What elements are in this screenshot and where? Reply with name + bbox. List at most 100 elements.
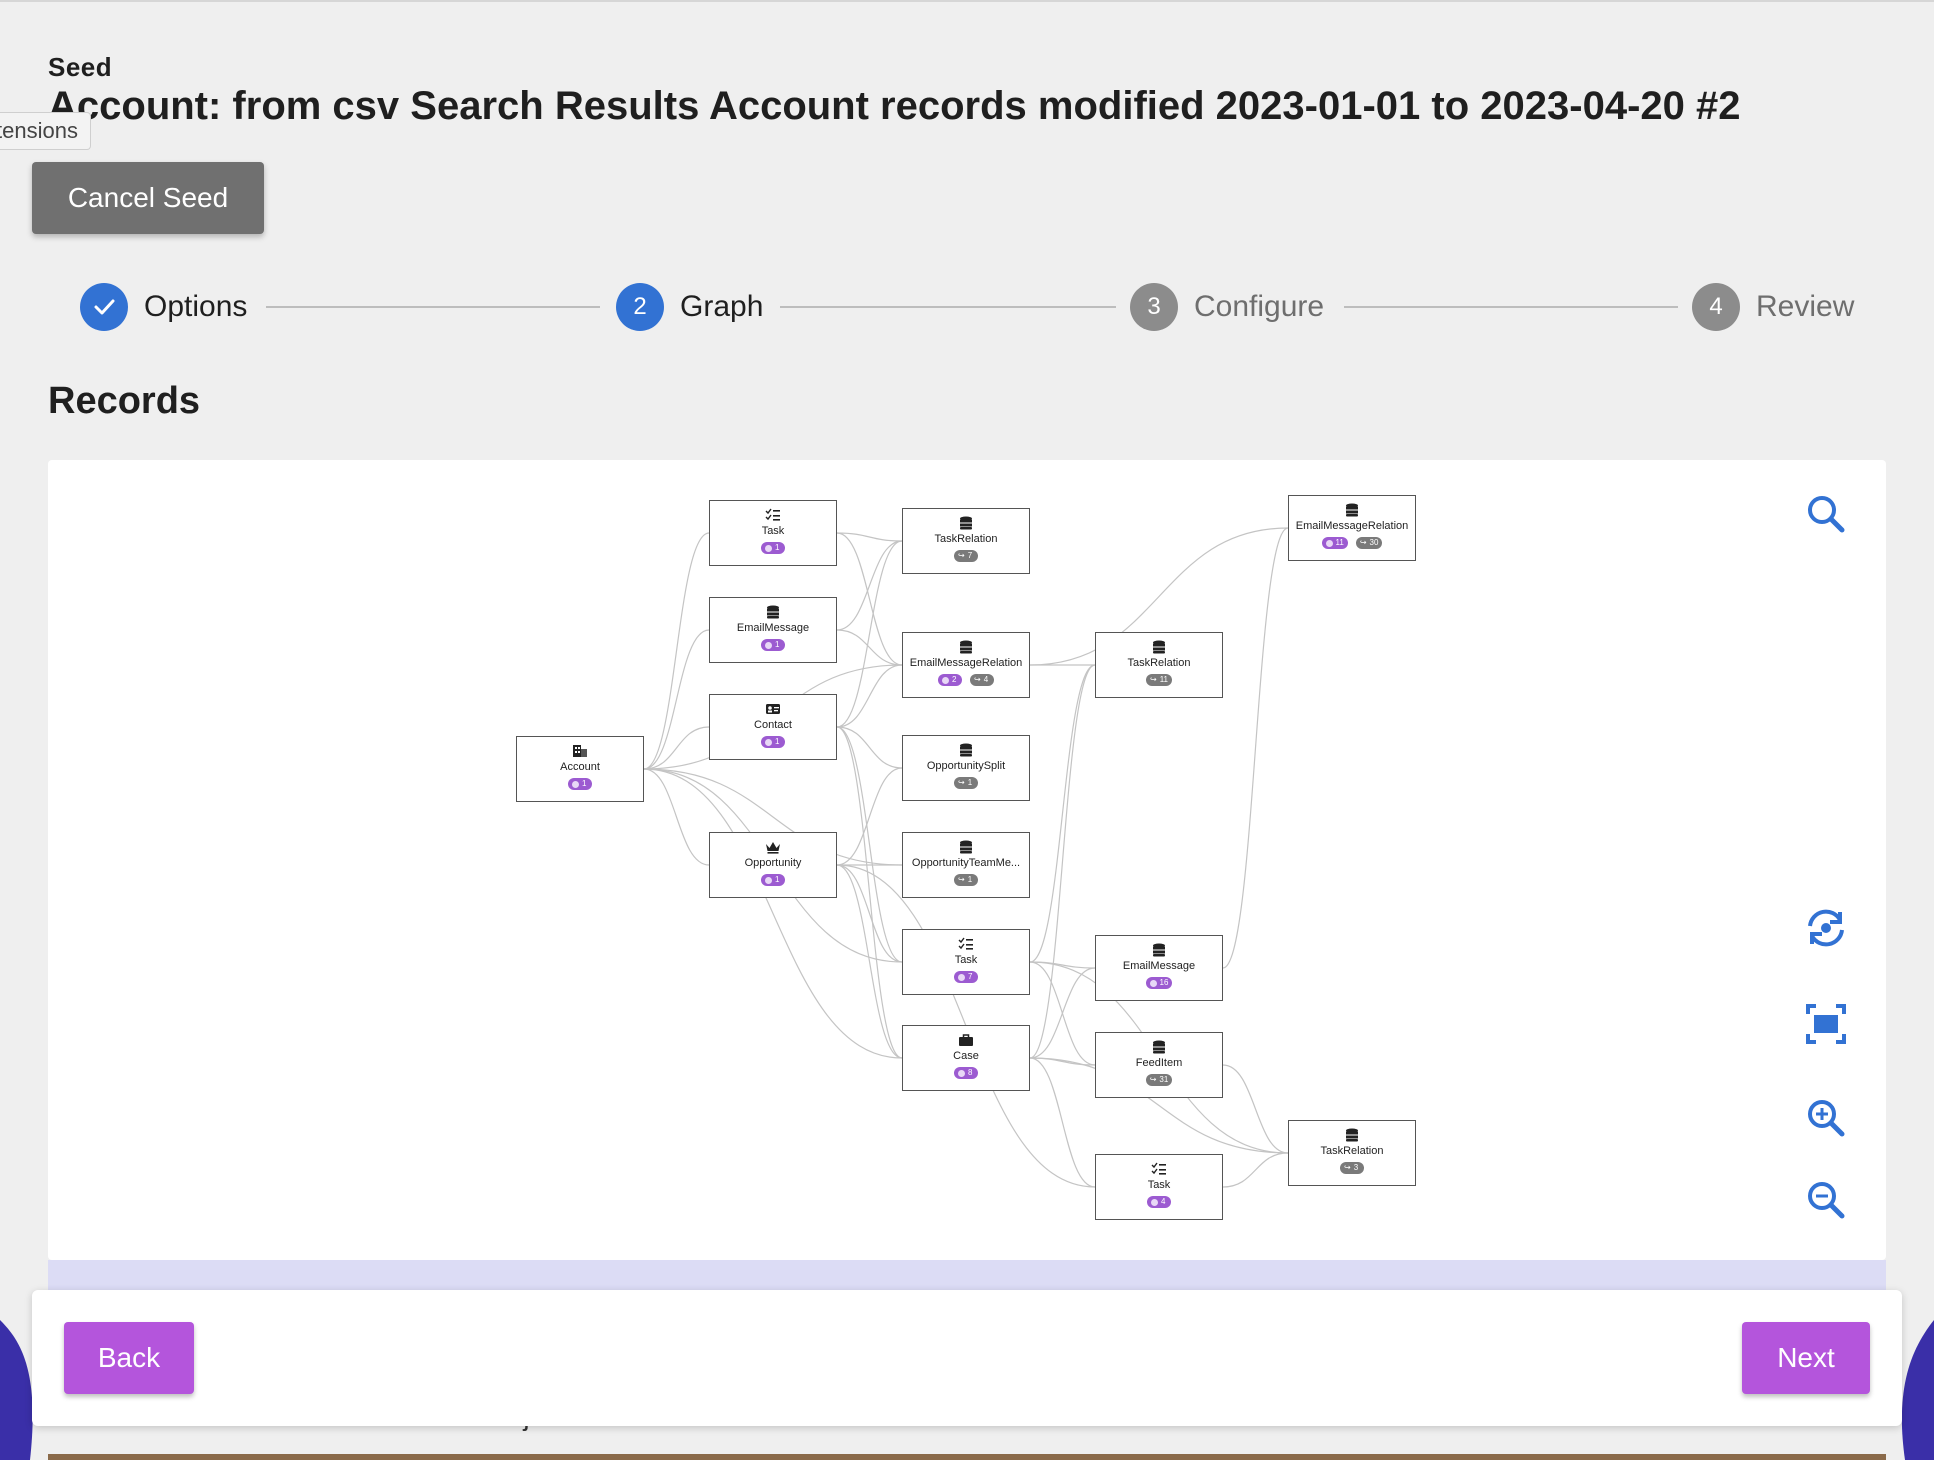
- graph-node-feeditem[interactable]: FeedItem ↪ 31: [1095, 1032, 1223, 1098]
- zoom-out-icon[interactable]: [1802, 1176, 1850, 1224]
- record-dot-icon: [1149, 979, 1157, 987]
- database-icon: [1344, 503, 1360, 517]
- graph-node-label: OpportunitySplit: [926, 760, 1006, 772]
- record-count-badge[interactable]: 8: [954, 1067, 978, 1079]
- crown-icon: [765, 840, 781, 854]
- record-count-badge[interactable]: 1: [568, 778, 592, 790]
- link-arrow-icon: ↪: [958, 875, 965, 884]
- graph-edge: [1029, 1057, 1096, 1188]
- record-dot-icon: [958, 973, 965, 981]
- link-arrow-icon: ↪: [958, 778, 965, 787]
- stepper: Options 2 Graph 3 Configure 4 Review: [0, 282, 1934, 332]
- graph-node-contact[interactable]: Contact 1: [709, 694, 837, 760]
- graph-node-label: Task: [761, 525, 785, 537]
- graph-node-task3[interactable]: Task 4: [1095, 1154, 1223, 1220]
- record-count-badge[interactable]: 2: [938, 674, 962, 686]
- record-count-badge[interactable]: 1: [761, 639, 785, 651]
- graph-node-label: EmailMessageRelation: [909, 657, 1023, 669]
- zoom-in-icon[interactable]: [1802, 1094, 1850, 1142]
- record-count-badge[interactable]: 1: [761, 874, 785, 886]
- step-configure[interactable]: 3 Configure: [1130, 282, 1324, 332]
- record-graph-panel[interactable]: Account 1 Task 1 EmailMessage 1 Contact 1 Opport…: [48, 460, 1886, 1260]
- graph-node-oppsplit[interactable]: OpportunitySplit ↪ 1: [902, 735, 1030, 801]
- cancel-seed-button[interactable]: Cancel Seed: [32, 162, 264, 234]
- record-count-badge[interactable]: 1: [761, 736, 785, 748]
- graph-node-task2[interactable]: Task 7: [902, 929, 1030, 995]
- link-arrow-icon: ↪: [1344, 1163, 1351, 1172]
- badge-count: 8: [968, 1068, 973, 1077]
- refresh-view-icon[interactable]: [1802, 904, 1850, 952]
- task-icon: [958, 937, 974, 951]
- badge-count: 1: [775, 543, 780, 552]
- graph-node-emailmsg1[interactable]: EmailMessage 1: [709, 597, 837, 663]
- graph-node-label: Task: [1147, 1179, 1171, 1191]
- step-label: Graph: [680, 290, 764, 323]
- record-count-badge[interactable]: 11: [1321, 537, 1348, 549]
- step-number: 4: [1692, 283, 1740, 331]
- graph-node-emailmsg2[interactable]: EmailMessage 16: [1095, 935, 1223, 1001]
- graph-node-emrel1[interactable]: EmailMessageRelation 2 ↪ 4: [902, 632, 1030, 698]
- link-count-badge[interactable]: ↪ 30: [1355, 537, 1383, 549]
- graph-node-label: EmailMessage: [1122, 960, 1196, 972]
- badge-count: 4: [1161, 1197, 1166, 1206]
- record-count-badge[interactable]: 7: [954, 971, 978, 983]
- database-icon: [958, 640, 974, 654]
- badge-count: 1: [582, 779, 587, 788]
- graph-node-label: FeedItem: [1135, 1057, 1183, 1069]
- record-dot-icon: [1151, 1198, 1158, 1206]
- graph-edge: [836, 664, 903, 728]
- seed-label: Seed: [48, 52, 113, 82]
- graph-node-taskrel3[interactable]: TaskRelation ↪ 3: [1288, 1120, 1416, 1186]
- step-review[interactable]: 4 Review: [1692, 282, 1854, 332]
- graph-node-oppteam[interactable]: OpportunityTeamMe... ↪ 1: [902, 832, 1030, 898]
- check-icon: [80, 283, 128, 331]
- fit-screen-icon[interactable]: [1802, 1000, 1850, 1048]
- badge-count: 1: [775, 640, 780, 649]
- badge-count: 30: [1369, 538, 1379, 547]
- record-count-badge[interactable]: 1: [761, 542, 785, 554]
- record-dot-icon: [958, 1069, 965, 1077]
- link-count-badge[interactable]: ↪ 4: [970, 674, 994, 686]
- record-count-badge[interactable]: 16: [1145, 977, 1173, 989]
- link-arrow-icon: ↪: [958, 551, 965, 560]
- search-icon[interactable]: [1802, 490, 1850, 538]
- record-dot-icon: [765, 544, 772, 552]
- link-count-badge[interactable]: ↪ 7: [954, 550, 978, 562]
- link-count-badge[interactable]: ↪ 3: [1340, 1162, 1364, 1174]
- graph-node-opportunity[interactable]: Opportunity 1: [709, 832, 837, 898]
- graph-edge: [836, 767, 903, 866]
- graph-node-label: TaskRelation: [1127, 657, 1191, 669]
- graph-node-taskrel1[interactable]: TaskRelation ↪ 7: [902, 508, 1030, 574]
- step-connector: [780, 306, 1116, 308]
- graph-edge: [1222, 1064, 1289, 1154]
- graph-node-case[interactable]: Case 8: [902, 1025, 1030, 1091]
- top-divider: [0, 0, 1934, 2]
- badge-count: 31: [1159, 1075, 1169, 1084]
- step-options[interactable]: Options: [80, 282, 247, 332]
- database-icon: [1344, 1128, 1360, 1142]
- step-number: 2: [616, 283, 664, 331]
- graph-edge: [836, 540, 903, 728]
- graph-node-task1[interactable]: Task 1: [709, 500, 837, 566]
- link-arrow-icon: ↪: [974, 675, 981, 684]
- task-icon: [1151, 1162, 1167, 1176]
- graph-node-label: Contact: [754, 719, 792, 731]
- graph-node-label: Account: [560, 761, 600, 773]
- graph-edge: [836, 726, 903, 963]
- link-count-badge[interactable]: ↪ 31: [1145, 1074, 1173, 1086]
- link-count-badge[interactable]: ↪ 1: [954, 874, 978, 886]
- link-count-badge[interactable]: ↪ 11: [1145, 674, 1172, 686]
- graph-node-taskrel2[interactable]: TaskRelation ↪ 11: [1095, 632, 1223, 698]
- link-count-badge[interactable]: ↪ 1: [954, 777, 978, 789]
- graph-node-label: Case: [953, 1050, 979, 1062]
- database-icon: [958, 516, 974, 530]
- graph-node-account[interactable]: Account 1: [516, 736, 644, 802]
- record-count-badge[interactable]: 4: [1147, 1196, 1171, 1208]
- link-arrow-icon: ↪: [1149, 675, 1157, 684]
- badge-count: 4: [983, 675, 989, 684]
- next-button[interactable]: Next: [1742, 1322, 1870, 1394]
- graph-node-emrel2[interactable]: EmailMessageRelation 11 ↪ 30: [1288, 495, 1416, 561]
- page-title: Account: from csv Search Results Account…: [48, 84, 1741, 128]
- step-graph[interactable]: 2 Graph: [616, 282, 763, 332]
- back-button[interactable]: Back: [64, 1322, 194, 1394]
